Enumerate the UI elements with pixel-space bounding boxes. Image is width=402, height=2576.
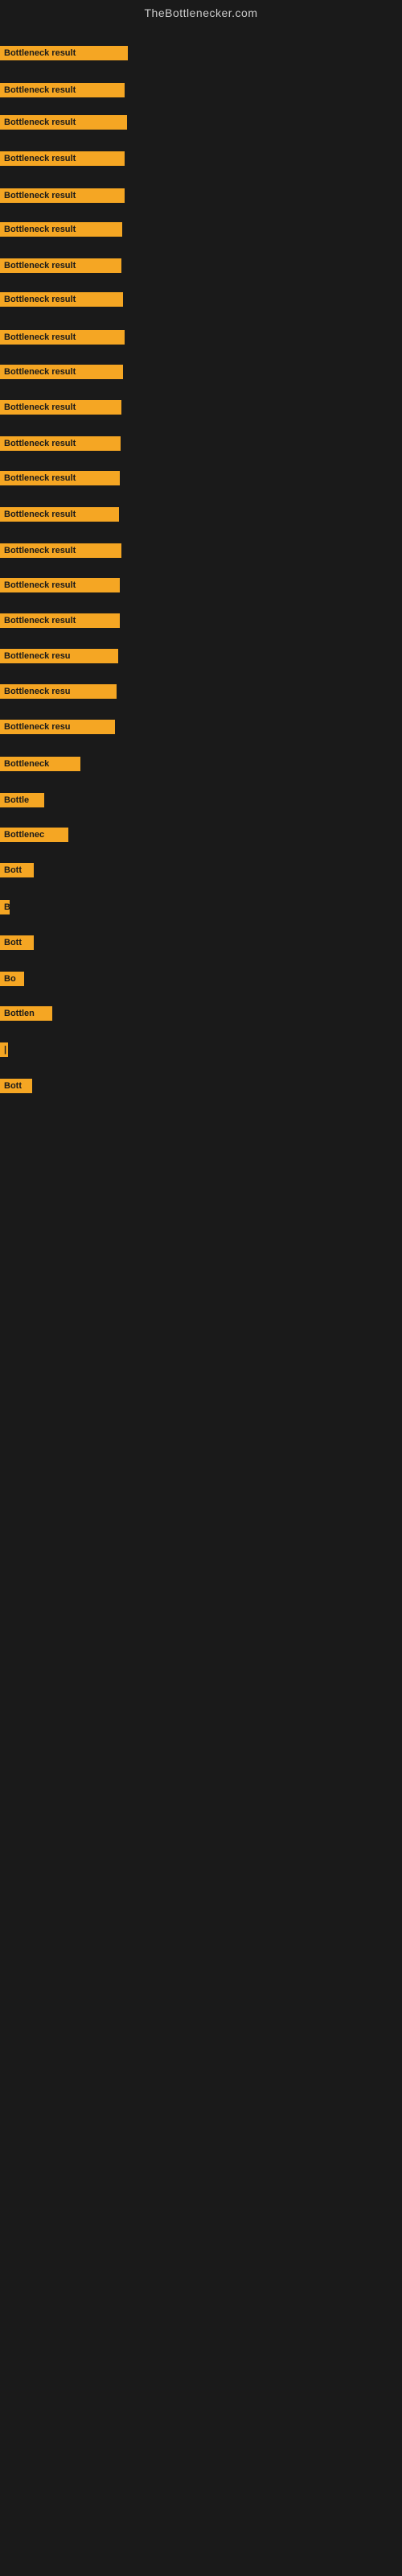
bottleneck-label-19: Bottleneck resu <box>0 684 117 699</box>
bar-row-24: Bott <box>0 863 34 877</box>
bottleneck-label-12: Bottleneck result <box>0 436 121 451</box>
bar-row-9: Bottleneck result <box>0 330 125 345</box>
bar-row-16: Bottleneck result <box>0 578 120 592</box>
bar-row-26: Bott <box>0 935 34 950</box>
bar-row-27: Bo <box>0 972 24 986</box>
bottleneck-label-16: Bottleneck result <box>0 578 120 592</box>
bottleneck-label-21: Bottleneck <box>0 757 80 771</box>
bar-row-12: Bottleneck result <box>0 436 121 451</box>
bar-row-22: Bottle <box>0 793 44 807</box>
bottleneck-label-20: Bottleneck resu <box>0 720 115 734</box>
bottleneck-label-22: Bottle <box>0 793 44 807</box>
bottleneck-label-13: Bottleneck result <box>0 471 120 485</box>
bar-row-20: Bottleneck resu <box>0 720 115 734</box>
bar-row-5: Bottleneck result <box>0 188 125 203</box>
bottleneck-label-28: Bottlen <box>0 1006 52 1021</box>
bar-row-21: Bottleneck <box>0 757 80 771</box>
bar-row-29: | <box>0 1042 8 1057</box>
bottleneck-label-7: Bottleneck result <box>0 258 121 273</box>
bar-row-2: Bottleneck result <box>0 83 125 97</box>
bottleneck-label-5: Bottleneck result <box>0 188 125 203</box>
bar-row-19: Bottleneck resu <box>0 684 117 699</box>
bar-row-15: Bottleneck result <box>0 543 121 558</box>
bar-row-1: Bottleneck result <box>0 46 128 60</box>
bar-row-8: Bottleneck result <box>0 292 123 307</box>
bar-row-7: Bottleneck result <box>0 258 121 273</box>
bar-row-11: Bottleneck result <box>0 400 121 415</box>
bottleneck-label-23: Bottlenec <box>0 828 68 842</box>
bottleneck-label-25: B <box>0 900 10 914</box>
bottleneck-label-14: Bottleneck result <box>0 507 119 522</box>
bottleneck-label-10: Bottleneck result <box>0 365 123 379</box>
bar-row-6: Bottleneck result <box>0 222 122 237</box>
bottleneck-label-6: Bottleneck result <box>0 222 122 237</box>
bar-row-23: Bottlenec <box>0 828 68 842</box>
bar-row-18: Bottleneck resu <box>0 649 118 663</box>
bottleneck-label-11: Bottleneck result <box>0 400 121 415</box>
bottleneck-label-29: | <box>0 1042 8 1057</box>
bottleneck-label-3: Bottleneck result <box>0 115 127 130</box>
bottleneck-label-8: Bottleneck result <box>0 292 123 307</box>
bottleneck-label-4: Bottleneck result <box>0 151 125 166</box>
bar-row-30: Bott <box>0 1079 32 1093</box>
bottleneck-label-15: Bottleneck result <box>0 543 121 558</box>
site-title: TheBottlenecker.com <box>0 0 402 23</box>
bar-row-3: Bottleneck result <box>0 115 127 130</box>
bottleneck-label-1: Bottleneck result <box>0 46 128 60</box>
bottleneck-label-17: Bottleneck result <box>0 613 120 628</box>
bar-row-14: Bottleneck result <box>0 507 119 522</box>
bottleneck-label-2: Bottleneck result <box>0 83 125 97</box>
bottleneck-label-24: Bott <box>0 863 34 877</box>
bottleneck-label-27: Bo <box>0 972 24 986</box>
bar-row-28: Bottlen <box>0 1006 52 1021</box>
bar-row-4: Bottleneck result <box>0 151 125 166</box>
bar-row-17: Bottleneck result <box>0 613 120 628</box>
bar-row-10: Bottleneck result <box>0 365 123 379</box>
bottleneck-label-9: Bottleneck result <box>0 330 125 345</box>
bottleneck-label-26: Bott <box>0 935 34 950</box>
bar-row-25: B <box>0 900 10 914</box>
bottleneck-label-30: Bott <box>0 1079 32 1093</box>
bar-row-13: Bottleneck result <box>0 471 120 485</box>
bottleneck-label-18: Bottleneck resu <box>0 649 118 663</box>
